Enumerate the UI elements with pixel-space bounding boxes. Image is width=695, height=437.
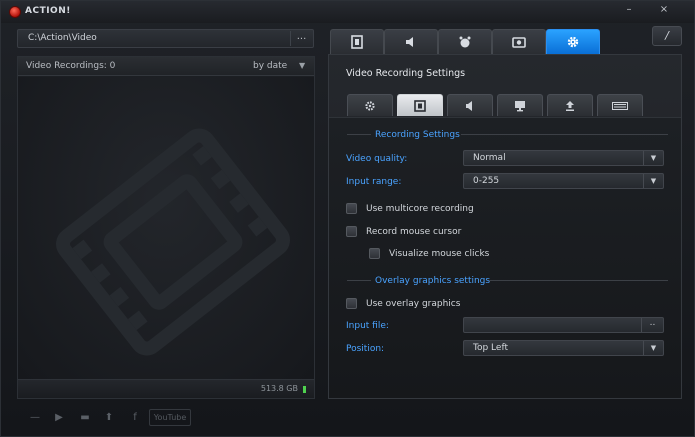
overlay-settings-heading: Overlay graphics settings xyxy=(375,276,491,286)
app-logo-icon xyxy=(9,6,21,18)
input-range-value: 0-255 xyxy=(473,176,500,186)
chevron-down-icon[interactable]: ▼ xyxy=(643,174,663,188)
subtab-hotkeys[interactable] xyxy=(597,94,643,116)
subtab-general[interactable] xyxy=(347,94,393,116)
film-icon xyxy=(414,100,426,112)
browse-file-button[interactable]: .. xyxy=(641,318,663,332)
disk-free-text: 513.8 GB xyxy=(260,384,298,393)
video-quality-label: Video quality: xyxy=(346,154,408,164)
position-select[interactable]: Top Left ▼ xyxy=(463,340,664,356)
tab-audio[interactable] xyxy=(384,29,438,54)
tab-screenshot[interactable] xyxy=(492,29,546,54)
position-label: Position: xyxy=(346,344,385,354)
film-icon xyxy=(351,35,363,49)
subtab-audio[interactable] xyxy=(447,94,493,116)
chevron-down-icon[interactable]: ▼ xyxy=(643,341,663,355)
use-overlay-label: Use overlay graphics xyxy=(366,299,461,309)
speaker-icon xyxy=(406,37,413,47)
bottom-toolbar: — ▶ ▬ ⬆ f YouTube xyxy=(25,408,195,428)
subtab-video[interactable] xyxy=(397,94,443,116)
app-title: ACTION! xyxy=(25,6,71,16)
folder-button[interactable]: ▬ xyxy=(75,408,95,427)
multicore-label: Use multicore recording xyxy=(366,204,474,214)
delete-button[interactable]: — xyxy=(25,408,45,427)
input-file-label: Input file: xyxy=(346,321,389,331)
disk-space-bar: 513.8 GB xyxy=(18,379,314,398)
tab-settings[interactable] xyxy=(546,29,600,54)
tab-gaming[interactable] xyxy=(438,29,492,54)
position-value: Top Left xyxy=(473,343,508,353)
gamepad-icon xyxy=(459,36,471,48)
group-divider xyxy=(347,134,371,135)
subtab-display[interactable] xyxy=(497,94,543,116)
speaker-icon xyxy=(466,101,472,111)
disk-status-icon xyxy=(303,386,306,393)
camera-icon xyxy=(512,37,526,48)
visualize-clicks-checkbox[interactable] xyxy=(369,248,380,259)
recordings-list[interactable] xyxy=(18,77,314,379)
settings-sub-tabs xyxy=(347,94,667,116)
facebook-button[interactable]: f xyxy=(125,408,145,427)
video-quality-value: Normal xyxy=(473,153,506,163)
recordings-header: Video Recordings: 0 by date ▼ xyxy=(18,57,314,76)
browse-folder-button[interactable]: ... xyxy=(290,31,312,46)
upload-button[interactable]: ⬆ xyxy=(99,408,119,427)
sort-dropdown[interactable]: by date xyxy=(253,61,287,71)
settings-title: Video Recording Settings xyxy=(346,68,466,79)
main-tabs xyxy=(330,29,600,54)
visualize-clicks-label: Visualize mouse clicks xyxy=(389,249,490,259)
output-path-field[interactable]: C:\Action\Video ... xyxy=(17,29,314,48)
upload-icon xyxy=(566,101,574,111)
recordings-panel: Video Recordings: 0 by date ▼ 513.8 GB xyxy=(17,56,315,399)
chevron-down-icon[interactable]: ▼ xyxy=(299,61,305,70)
monitor-icon xyxy=(515,101,525,112)
keyboard-icon xyxy=(612,102,628,110)
input-file-field[interactable]: .. xyxy=(463,317,664,333)
help-button[interactable]: / xyxy=(652,26,682,46)
youtube-button[interactable]: YouTube xyxy=(149,409,191,426)
gear-icon xyxy=(365,101,375,111)
recording-settings-heading: Recording Settings xyxy=(375,130,460,140)
group-divider xyxy=(489,280,668,281)
input-range-select[interactable]: 0-255 ▼ xyxy=(463,173,664,189)
video-settings-body: Recording Settings Video quality: Normal… xyxy=(329,117,681,398)
film-watermark-icon xyxy=(56,128,290,356)
video-quality-select[interactable]: Normal ▼ xyxy=(463,150,664,166)
use-overlay-checkbox[interactable] xyxy=(346,298,357,309)
record-cursor-label: Record mouse cursor xyxy=(366,227,462,237)
title-bar[interactable]: ACTION! – × xyxy=(1,1,694,23)
multicore-checkbox[interactable] xyxy=(346,203,357,214)
record-cursor-checkbox[interactable] xyxy=(346,226,357,237)
group-divider xyxy=(461,134,668,135)
input-range-label: Input range: xyxy=(346,177,402,187)
tab-video[interactable] xyxy=(330,29,384,54)
gear-icon xyxy=(567,36,579,48)
play-button[interactable]: ▶ xyxy=(49,408,69,427)
chevron-down-icon[interactable]: ▼ xyxy=(643,151,663,165)
subtab-upload[interactable] xyxy=(547,94,593,116)
close-button[interactable]: × xyxy=(656,4,672,16)
settings-panel: Video Recording Settings Recording Setti… xyxy=(328,54,682,399)
app-window: ACTION! – × C:\Action\Video ... Video Re… xyxy=(0,0,695,437)
recordings-count: Video Recordings: 0 xyxy=(26,61,116,71)
output-path-text: C:\Action\Video xyxy=(28,33,97,43)
minimize-button[interactable]: – xyxy=(621,4,637,16)
group-divider xyxy=(347,280,371,281)
